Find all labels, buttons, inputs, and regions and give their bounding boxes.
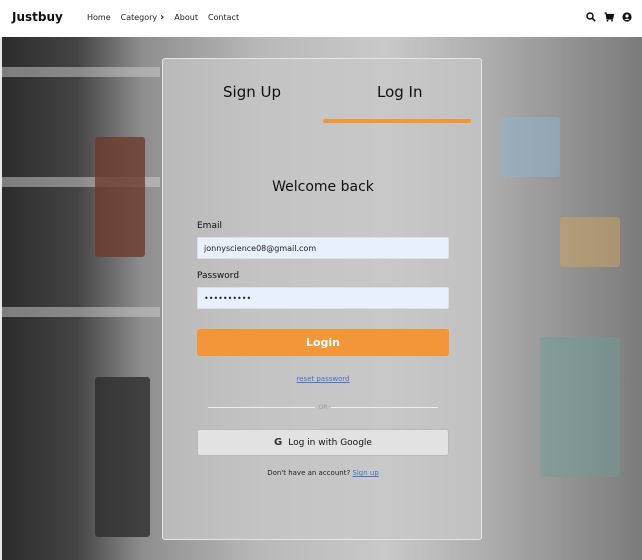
password-field[interactable]: •••••••••• <box>197 287 449 309</box>
divider-line <box>208 407 315 408</box>
divider-text: OR <box>318 404 328 411</box>
auth-panel: Sign Up Log In Welcome back Email jonnys… <box>162 58 482 540</box>
chevron-right-icon: › <box>160 11 165 23</box>
search-icon[interactable] <box>586 12 596 22</box>
nav-links: Home Category › About Contact <box>87 11 239 23</box>
no-account-text: Don't have an account? <box>267 469 351 477</box>
welcome-heading: Welcome back <box>272 179 374 195</box>
google-login-button[interactable]: G Log in with Google <box>197 429 449 456</box>
brand-logo[interactable]: Justbuy <box>12 10 63 24</box>
tab-login[interactable]: Log In <box>377 83 423 101</box>
reset-password-link[interactable]: reset password <box>163 375 483 383</box>
signup-prompt: Don't have an account? Sign up <box>163 469 483 477</box>
password-label: Password <box>197 271 240 281</box>
nav-home[interactable]: Home <box>87 13 111 22</box>
product-shelf <box>95 137 145 257</box>
nav-category-label: Category <box>120 13 158 22</box>
active-tab-indicator <box>323 119 471 123</box>
google-button-label: Log in with Google <box>288 437 372 448</box>
nav-category[interactable]: Category › <box>120 11 165 23</box>
store-item <box>540 337 620 477</box>
nav-contact[interactable]: Contact <box>208 13 239 22</box>
nav-icons <box>586 12 632 22</box>
shelf <box>0 307 160 317</box>
login-button[interactable]: Login <box>197 329 449 356</box>
product-shelf <box>95 377 150 537</box>
store-item <box>500 117 560 177</box>
email-field[interactable]: jonnyscience08@gmail.com <box>197 237 449 259</box>
left-frame <box>0 37 2 560</box>
google-icon: G <box>274 437 283 448</box>
store-item <box>560 217 620 267</box>
navbar: Justbuy Home Category › About Contact <box>0 0 642 37</box>
signup-link[interactable]: Sign up <box>352 469 378 477</box>
or-divider: OR <box>208 404 438 411</box>
cart-icon[interactable] <box>604 12 614 22</box>
divider-line <box>331 407 438 408</box>
tab-signup[interactable]: Sign Up <box>223 83 281 101</box>
email-label: Email <box>197 221 222 231</box>
nav-about[interactable]: About <box>174 13 198 22</box>
shelf <box>0 67 160 77</box>
user-icon[interactable] <box>622 12 632 22</box>
